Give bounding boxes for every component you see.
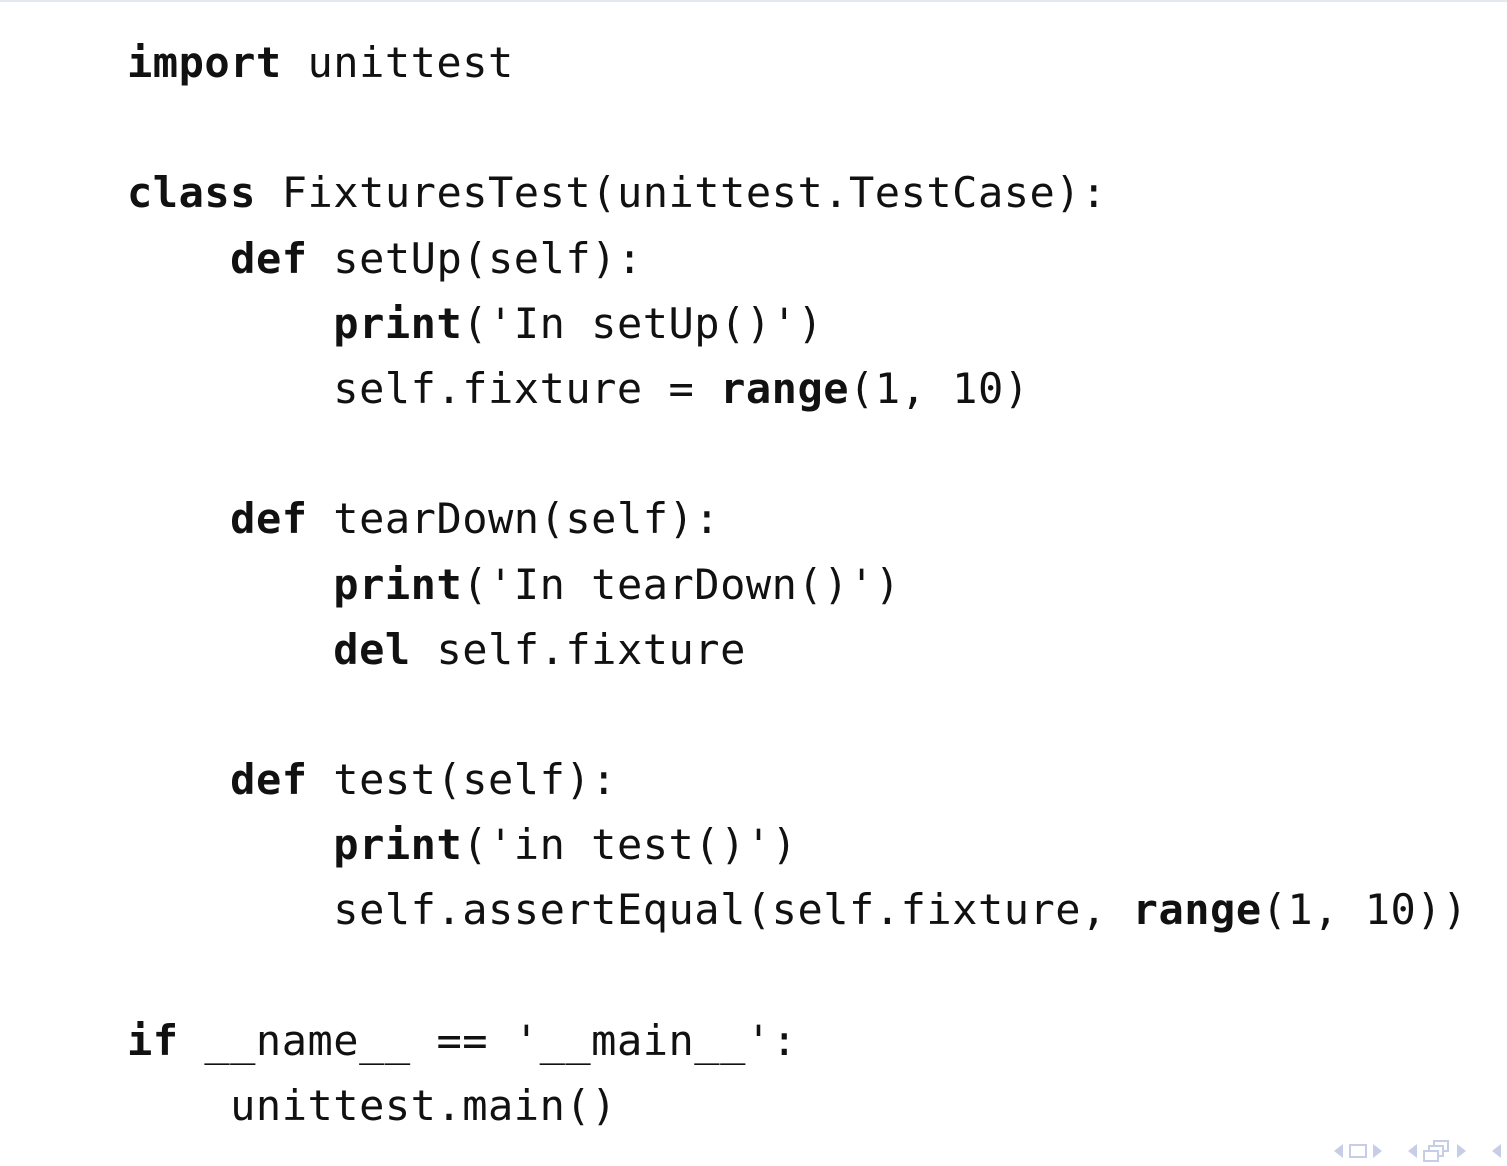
code-block: import unittest class FixturesTest(unitte… (127, 30, 1468, 1138)
code-keyword: range (720, 363, 850, 413)
code-keyword: print (333, 559, 463, 609)
navigation-bar (1334, 1140, 1501, 1162)
code-line: import unittest (127, 30, 1468, 95)
code-text: tearDown(self): (307, 494, 721, 544)
code-text: unittest (281, 38, 514, 87)
code-line: unittest.main() (127, 1073, 1468, 1138)
code-text: FixturesTest(unittest.TestCase): (255, 168, 1107, 218)
code-text: ('in test()') (462, 820, 798, 870)
code-text: (1, 10)) (1261, 885, 1468, 935)
code-line: self.fixture = range(1, 10) (127, 356, 1468, 421)
code-text: unittest.main() (127, 1081, 617, 1130)
code-text: test(self): (307, 755, 617, 805)
code-keyword: import (127, 38, 282, 87)
code-keyword: def (230, 233, 308, 283)
code-keyword: print (333, 298, 463, 348)
code-line: if __name__ == '__main__': (127, 1008, 1468, 1073)
code-text: self.fixture (410, 624, 746, 674)
code-line: print('In tearDown()') (127, 552, 1468, 617)
code-text: ('In setUp()') (462, 298, 824, 348)
section-icon[interactable] (1423, 1140, 1451, 1162)
code-line: def test(self): (127, 747, 1468, 812)
code-line: class FixturesTest(unittest.TestCase): (127, 160, 1468, 225)
slide: import unittest class FixturesTest(unitte… (0, 0, 1507, 1166)
code-keyword: class (127, 168, 256, 218)
code-keyword: def (230, 755, 308, 805)
code-line: print('in test()') (127, 812, 1468, 877)
code-text: __name__ == '__main__': (178, 1015, 798, 1065)
prev-section-icon[interactable] (1408, 1144, 1417, 1158)
code-keyword: print (333, 820, 463, 870)
code-keyword: def (230, 494, 308, 544)
code-text: self.assertEqual(self.fixture, (127, 885, 1133, 935)
code-keyword: if (127, 1015, 179, 1065)
code-keyword: range (1132, 885, 1262, 935)
code-keyword: del (333, 624, 411, 674)
code-line: def tearDown(self): (127, 486, 1468, 551)
code-text: (1, 10) (849, 363, 1030, 413)
frame-icon[interactable] (1349, 1144, 1367, 1158)
code-text: ('In tearDown()') (462, 559, 901, 609)
code-line: def setUp(self): (127, 226, 1468, 291)
prev-icon[interactable] (1492, 1144, 1501, 1158)
code-line: self.assertEqual(self.fixture, range(1, … (127, 877, 1468, 942)
code-line: print('In setUp()') (127, 291, 1468, 356)
next-frame-icon[interactable] (1373, 1144, 1382, 1158)
next-section-icon[interactable] (1457, 1144, 1466, 1158)
code-line: del self.fixture (127, 617, 1468, 682)
code-text: setUp(self): (307, 233, 643, 283)
prev-frame-icon[interactable] (1334, 1144, 1343, 1158)
code-text: self.fixture = (127, 363, 721, 413)
